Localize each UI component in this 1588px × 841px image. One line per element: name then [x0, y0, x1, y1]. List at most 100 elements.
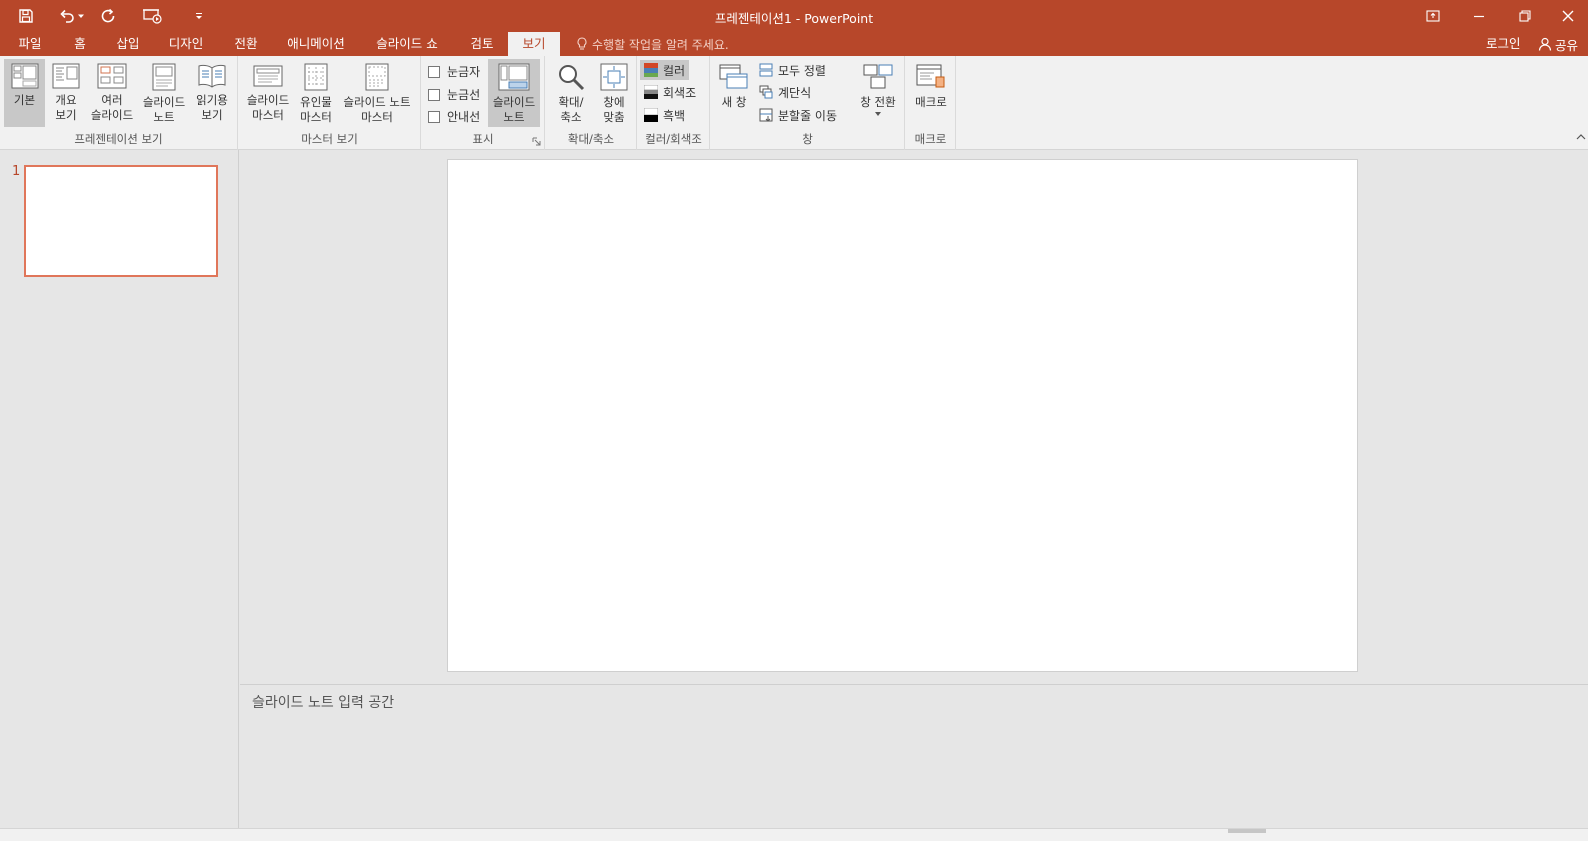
notes-pane[interactable]: 슬라이드 노트 입력 공간 [240, 684, 1588, 828]
normal-view-label: 기본 [13, 93, 36, 107]
outline-view-button[interactable]: 개요 보기 [47, 59, 85, 127]
tell-me-search[interactable]: 수행할 작업을 알려 주세요. [576, 32, 729, 56]
fit-to-window-label: 창에 맞춤 [603, 95, 625, 124]
group-show: 눈금자 눈금선 안내선 슬라이드 노트 표시 [422, 56, 545, 150]
slide-sorter-button[interactable]: 여러 슬라이드 [87, 59, 137, 127]
sign-in-link[interactable]: 로그인 [1486, 32, 1521, 56]
save-button[interactable] [0, 0, 52, 32]
tab-view[interactable]: 보기 [508, 32, 560, 56]
slide-number: 1 [12, 164, 21, 179]
notes-page-label: 슬라이드 노트 [142, 95, 186, 124]
notes-placeholder: 슬라이드 노트 입력 공간 [252, 695, 395, 711]
tab-slideshow[interactable]: 슬라이드 쇼 [366, 32, 448, 56]
arrange-all-button[interactable]: 모두 정렬 [755, 60, 830, 80]
grayscale-button[interactable]: 회색조 [640, 82, 700, 102]
ribbon: 기본 개요 보기 여러 슬라이드 슬라이드 노트 읽기용 보기 프레젠테이션 보… [0, 56, 1588, 150]
notes-master-button[interactable]: 슬라이드 노트 마스터 [337, 59, 417, 127]
grayscale-swatch-icon [644, 85, 658, 99]
redo-icon [101, 8, 115, 23]
new-window-button[interactable]: 새 창 [715, 59, 753, 127]
cascade-button[interactable]: 계단식 [755, 82, 815, 102]
customize-qat-icon [196, 13, 202, 19]
title-bar: 프레젠테이션1 - PowerPoint [0, 0, 1588, 32]
gridlines-label: 눈금선 [447, 88, 481, 102]
guides-checkbox[interactable]: 안내선 [428, 108, 480, 125]
share-button[interactable]: 공유 [1538, 32, 1578, 56]
undo-button[interactable] [52, 0, 92, 32]
reading-view-button[interactable]: 읽기용 보기 [191, 59, 233, 127]
tab-file[interactable]: 파일 [8, 32, 52, 56]
outline-view-label: 개요 보기 [55, 93, 77, 122]
black-white-button[interactable]: 흑백 [640, 105, 689, 125]
collapse-ribbon-icon[interactable] [1576, 134, 1586, 140]
macros-label: 매크로 [915, 95, 947, 109]
group-label-presentation-views: 프레젠테이션 보기 [74, 132, 163, 146]
arrange-all-label: 모두 정렬 [778, 63, 826, 78]
reading-view-label: 읽기용 보기 [196, 93, 228, 122]
window-title: 프레젠테이션1 - PowerPoint [714, 11, 874, 26]
move-split-icon [759, 108, 773, 122]
guides-label: 안내선 [447, 110, 481, 124]
new-window-icon [719, 64, 748, 89]
tell-me-text: 수행할 작업을 알려 주세요. [592, 37, 729, 52]
zoom-slider-thumb[interactable] [1228, 829, 1266, 833]
slide-thumbnail[interactable] [24, 165, 218, 277]
chevron-down-icon [78, 14, 84, 18]
switch-windows-button[interactable]: 창 전환 [855, 59, 901, 127]
group-window: 새 창 모두 정렬 계단식 분할줄 이동 창 전환 창 [711, 56, 905, 150]
reading-view-icon [198, 64, 226, 88]
slide-master-label: 슬라이드 마스터 [246, 93, 290, 122]
notes-page-button[interactable]: 슬라이드 노트 [139, 59, 189, 127]
color-label: 컬러 [663, 63, 686, 78]
slide-thumbnail-pane[interactable]: 1 [0, 150, 239, 828]
tab-animations[interactable]: 애니메이션 [278, 32, 354, 56]
group-label-macros: 매크로 [914, 132, 947, 146]
notes-toggle-label: 슬라이드 노트 [492, 95, 536, 124]
zoom-label: 확대/ 축소 [558, 95, 584, 124]
slide-canvas[interactable] [447, 159, 1358, 672]
gridlines-checkbox[interactable]: 눈금선 [428, 86, 480, 103]
normal-view-icon [11, 63, 38, 89]
customize-qat-button[interactable] [182, 0, 216, 32]
color-swatch-icon [644, 63, 658, 77]
redo-button[interactable] [92, 0, 124, 32]
window-controls [1410, 0, 1588, 32]
undo-icon [60, 9, 74, 23]
switch-windows-label: 창 전환 [860, 95, 896, 109]
ribbon-display-options-button[interactable] [1410, 0, 1456, 32]
start-from-beginning-button[interactable] [124, 0, 182, 32]
ribbon-display-icon [1426, 10, 1440, 22]
group-label-color-grayscale: 컬러/회색조 [645, 132, 702, 146]
tab-home[interactable]: 홈 [62, 32, 98, 56]
outline-view-icon [52, 63, 80, 89]
notes-toggle-button[interactable]: 슬라이드 노트 [488, 59, 540, 127]
save-icon [19, 9, 33, 23]
close-button[interactable] [1548, 0, 1588, 32]
tab-review[interactable]: 검토 [460, 32, 504, 56]
ruler-checkbox[interactable]: 눈금자 [428, 63, 480, 80]
group-zoom: 확대/ 축소 창에 맞춤 확대/축소 [546, 56, 637, 150]
move-split-label: 분할줄 이동 [778, 108, 838, 123]
tab-design[interactable]: 디자인 [160, 32, 212, 56]
group-presentation-views: 기본 개요 보기 여러 슬라이드 슬라이드 노트 읽기용 보기 프레젠테이션 보… [0, 56, 238, 150]
restore-icon [1519, 10, 1531, 22]
fit-to-window-button[interactable]: 창에 맞춤 [594, 59, 634, 127]
move-split-button[interactable]: 분할줄 이동 [755, 105, 841, 125]
normal-view-button[interactable]: 기본 [4, 59, 45, 127]
slide-master-button[interactable]: 슬라이드 마스터 [242, 59, 294, 127]
tab-transitions[interactable]: 전환 [224, 32, 268, 56]
quick-access-toolbar [0, 0, 216, 32]
guides-checkbox-box [428, 110, 440, 123]
zoom-button[interactable]: 확대/ 축소 [549, 59, 593, 127]
group-master-views: 슬라이드 마스터 유인물 마스터 슬라이드 노트 마스터 마스터 보기 [239, 56, 421, 150]
restore-button[interactable] [1502, 0, 1548, 32]
handout-master-button[interactable]: 유인물 마스터 [296, 59, 336, 127]
macros-button[interactable]: 매크로 [909, 59, 953, 127]
group-color-grayscale: 컬러 회색조 흑백 컬러/회색조 [638, 56, 710, 150]
minimize-button[interactable] [1456, 0, 1502, 32]
tab-insert[interactable]: 삽입 [106, 32, 150, 56]
share-label: 공유 [1555, 37, 1579, 53]
macro-icon [916, 64, 945, 88]
slide-master-icon [253, 65, 283, 87]
color-button[interactable]: 컬러 [640, 60, 690, 80]
